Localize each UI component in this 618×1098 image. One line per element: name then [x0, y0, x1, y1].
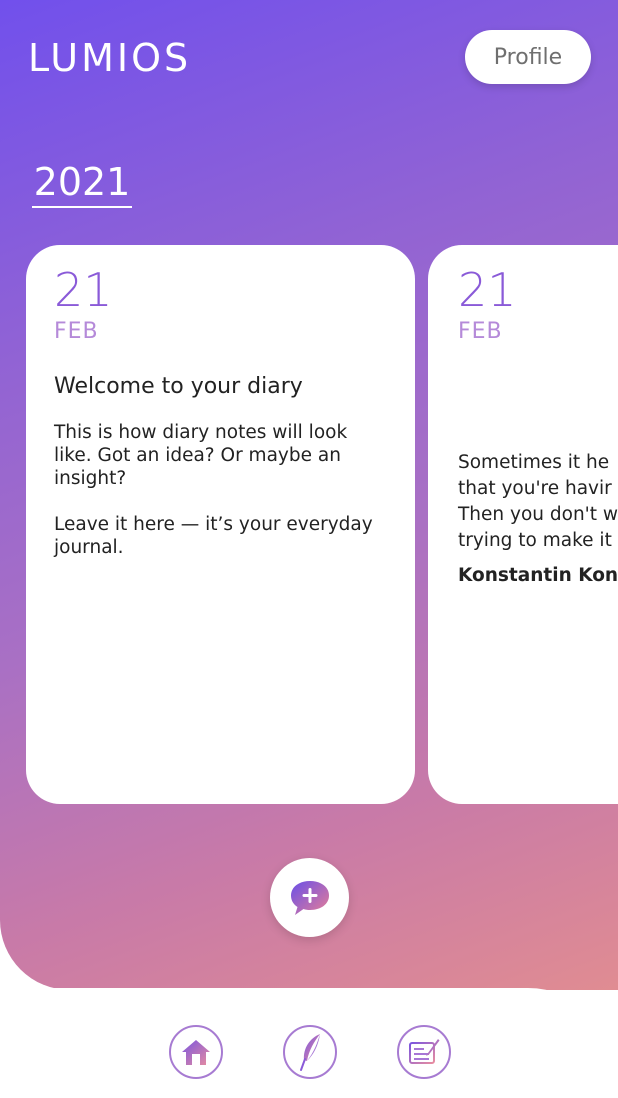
card-title: Welcome to your diary: [54, 374, 303, 399]
card-quote: Sometimes it he that you're havir Then y…: [458, 450, 618, 554]
diary-card[interactable]: 21 FEB Sometimes it he that you're havir…: [428, 245, 618, 804]
quote-line: Sometimes it he: [458, 452, 610, 473]
quote-line: Then you don't w: [458, 504, 618, 525]
app-logo: LUMIOS: [28, 36, 192, 80]
card-month: FEB: [458, 319, 503, 344]
profile-button[interactable]: Profile: [465, 30, 591, 84]
quote-author: Konstantin Kons: [458, 565, 618, 586]
feather-icon: [300, 1034, 320, 1071]
nav-journal-button[interactable]: [397, 1025, 451, 1079]
home-icon: [182, 1040, 210, 1065]
quote-line: trying to make it: [458, 530, 612, 551]
quote-line: that you're havir: [458, 478, 612, 499]
diary-screen: LUMIOS Profile 2021 21 FEB Welcome to yo…: [0, 0, 618, 1098]
add-note-button[interactable]: [270, 858, 349, 937]
add-note-chat-icon: [290, 880, 329, 915]
card-paragraph: Leave it here — it’s your everyday journ…: [54, 514, 373, 558]
diary-card[interactable]: 21 FEB Welcome to your diary This is how…: [26, 245, 415, 804]
nav-home-button[interactable]: [169, 1025, 223, 1079]
journal-edit-icon: [409, 1039, 440, 1064]
year-selector[interactable]: 2021: [32, 160, 132, 208]
card-month: FEB: [54, 319, 99, 344]
nav-write-button[interactable]: [283, 1025, 337, 1079]
card-day: 21: [458, 263, 517, 317]
card-paragraph: This is how diary notes will look like. …: [54, 422, 348, 489]
card-day: 21: [54, 263, 113, 317]
